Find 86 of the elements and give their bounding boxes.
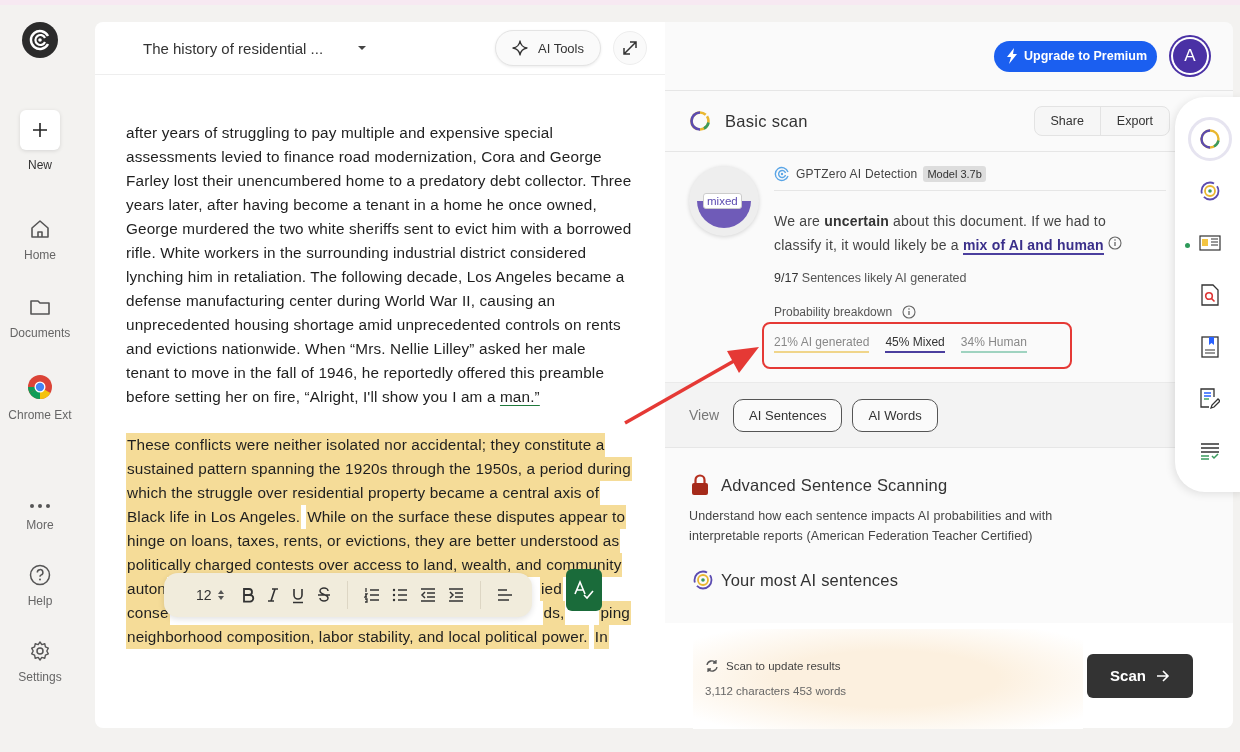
gauge-label: mixed (703, 193, 742, 209)
target-ring-icon (693, 570, 713, 590)
verdict-link[interactable]: mix of AI and human (962, 237, 1104, 255)
align-left-icon[interactable] (496, 588, 513, 602)
numbered-list-icon[interactable] (363, 587, 380, 603)
plus-icon (32, 122, 48, 138)
bullet-list-icon[interactable] (391, 587, 408, 603)
highlighted-text: Black life in Los Angeles. (126, 505, 302, 529)
paragraph: after years of struggling to pay multiple and expensive special assessments levied to finance road modernization, Cora and George Farley lost their unencumbered home to a predatory debt collector. Three years later, after having become a tenant in a home he once owned, George murdered the two white sheriffs sent to evict him with a borrowed rifle. White workers in the surrounding industrial district considered lynching him in retaliation. The following decade, Los Angeles became a defense manufacturing center during World War II, causing an unprecedented housing shortage amid unprecedented controls on rents and evictions nationwide. When “Mrs. Nellie Lilley” asked her male tenant to move in the fall of 1946, he reportedly offered this preamble before setting her on fire, “Alright, I'll show you I am a man.” (126, 123, 632, 407)
arrow-right-icon (1155, 669, 1170, 682)
spellcheck-icon (573, 579, 595, 601)
checklist-icon (1200, 442, 1220, 460)
sidebar-item[interactable]: Home (5, 218, 75, 262)
logo-icon[interactable] (22, 22, 58, 58)
highlighted-text: In (593, 625, 609, 649)
caret-icon (357, 45, 368, 51)
view-button[interactable]: AI Words (852, 398, 938, 432)
scan-status: Scan to update results (726, 659, 841, 672)
sidebar-item[interactable]: More (5, 502, 75, 532)
info-icon[interactable] (902, 305, 917, 319)
breakdown-tab[interactable]: 21% AI generated (774, 335, 870, 353)
flagged-word: man.” (499, 388, 540, 405)
refresh-icon (705, 658, 719, 673)
section-title: Your most AI sentences (721, 570, 899, 590)
share-button[interactable]: Share (1034, 107, 1100, 135)
scan-ring-icon (689, 110, 711, 132)
ai-tools-button[interactable]: AI Tools (495, 30, 601, 66)
highlighted-text: neighborhood composition, labor stability, and local political power. (126, 625, 589, 649)
highlighted-text: While on the surface these disputes appear to (306, 505, 627, 529)
sidebar-item[interactable]: New (5, 110, 75, 172)
highlighted-text: ping (599, 601, 631, 625)
highlighted-text: These conflicts were neither isolated nor accidental; they constitute a (126, 433, 606, 457)
chrome-icon (27, 374, 53, 400)
section-title: Advanced Sentence Scanning (721, 475, 948, 495)
bold-icon[interactable] (240, 587, 255, 603)
bookmarked-document-icon (1201, 336, 1219, 358)
highlighted-text: ds, (542, 601, 566, 625)
sentence-count: 9/17 Sentences likely AI generated (774, 271, 968, 285)
info-icon[interactable] (1107, 236, 1122, 250)
highlighted-text: conse (126, 601, 170, 625)
document-title-dropdown[interactable]: The history of residential ... (135, 39, 376, 57)
view-button[interactable]: AI Sentences (733, 398, 843, 432)
highlighted-text: hinge on loans, taxes, rents, or evictions, they are better understood as (126, 529, 621, 553)
expand-icon (621, 39, 639, 57)
breakdown-tab[interactable]: 45% Mixed (885, 335, 945, 353)
id-card-icon (1199, 235, 1221, 251)
highlighted-text: ied (540, 577, 563, 601)
scan-title: Basic scan (725, 111, 808, 131)
font-size-stepper[interactable]: 12 (196, 587, 229, 603)
sparkle-icon (512, 40, 528, 56)
document-counts: 3,112 characters 453 words (705, 684, 847, 697)
model-tag: Model 3.7b (923, 166, 986, 182)
document-search-icon (1201, 284, 1219, 306)
section-description: Understand how each sentence impacts AI probabilities and with interpretable reports (American Federation Teacher Certified) (689, 508, 1054, 545)
export-button[interactable]: Export (1099, 107, 1169, 135)
stepper-icon (216, 589, 225, 601)
sidebar-item[interactable]: Documents (5, 296, 75, 340)
outdent-icon[interactable] (419, 587, 436, 603)
indent-icon[interactable] (447, 587, 464, 603)
target-ring-icon (1200, 181, 1220, 201)
upgrade-button[interactable]: Upgrade to Premium (994, 40, 1157, 72)
highlighted-text: sustained pattern spanning the 1920s through the 1950s, a period during (126, 457, 632, 481)
help-icon (29, 564, 51, 586)
strikethrough-icon[interactable] (316, 587, 331, 603)
view-label: View (689, 407, 720, 423)
document-edit-icon (1200, 388, 1220, 410)
italic-icon[interactable] (266, 587, 279, 603)
more-icon (29, 502, 51, 510)
sidebar-item[interactable]: Help (5, 564, 75, 608)
scan-ring-icon (1199, 128, 1221, 150)
settings-icon (29, 640, 51, 662)
breakdown-label: Probability breakdown (774, 305, 893, 319)
scan-button[interactable]: Scan (1087, 653, 1193, 698)
underline-icon[interactable] (290, 586, 305, 604)
expand-button[interactable] (613, 31, 647, 65)
verdict-text: We are uncertain about this document. If we had to classify it, it would likely be a mix of AI and human (774, 209, 1154, 257)
lock-icon (691, 474, 709, 496)
tool-button[interactable] (1188, 117, 1232, 161)
home-icon (29, 218, 51, 240)
detector-name: GPTZero AI Detection (796, 167, 918, 181)
lightning-icon (1006, 48, 1019, 64)
detector-logo-icon (774, 166, 790, 182)
breakdown-tab[interactable]: 34% Human (960, 335, 1027, 353)
sidebar-item[interactable]: Settings (5, 640, 75, 684)
highlighted-text: which the struggle over residential property became a central axis of (126, 481, 601, 505)
sidebar-item[interactable]: Chrome Ext (5, 374, 75, 422)
